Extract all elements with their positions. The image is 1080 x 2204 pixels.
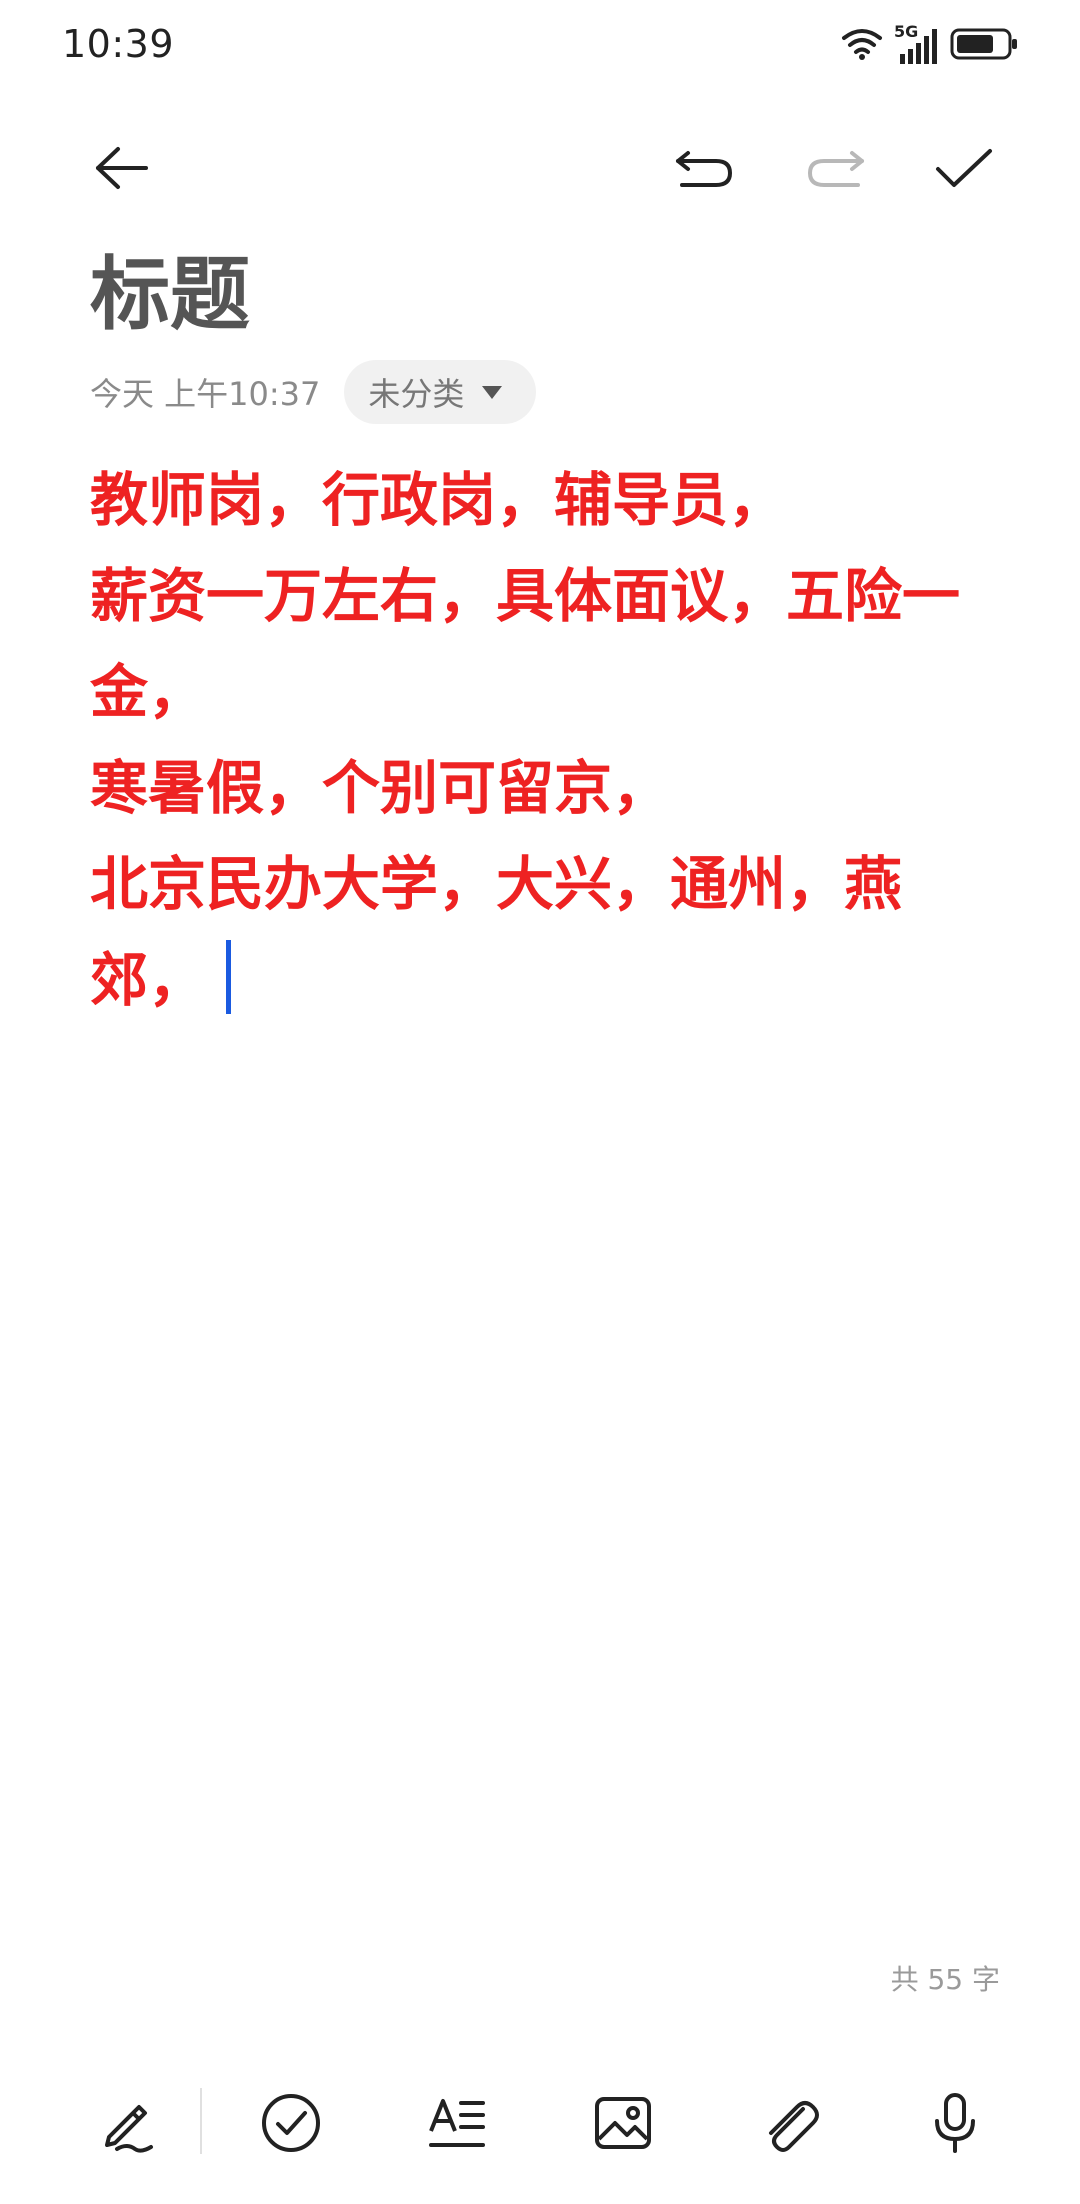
insert-image-button[interactable]	[568, 2070, 678, 2180]
voice-input-button[interactable]	[900, 2070, 1010, 2180]
battery-icon	[950, 27, 1020, 65]
editor-toolbar	[0, 120, 1080, 220]
status-icons: 5G	[840, 22, 1020, 66]
checklist-icon	[259, 2091, 323, 2159]
attachment-button[interactable]	[734, 2070, 844, 2180]
status-time: 10:39	[62, 22, 175, 66]
note-line: 教师岗，行政岗，辅导员，	[90, 466, 787, 534]
text-format-button[interactable]	[402, 2070, 512, 2180]
note-body-editor[interactable]: 教师岗，行政岗，辅导员， 薪资一万左右，具体面议，五险一金， 寒暑假，个别可留京…	[90, 452, 1010, 1028]
note-line-text: 北京民办大学，大兴，通州，燕郊，	[90, 850, 903, 1014]
undo-button[interactable]	[654, 120, 754, 220]
category-label: 未分类	[368, 375, 465, 413]
handwriting-button[interactable]	[72, 2070, 182, 2180]
back-button[interactable]	[72, 120, 172, 220]
note-line-text: 寒暑假，个别可留京，	[90, 754, 671, 822]
back-arrow-icon	[92, 143, 152, 197]
word-count: 共 55 字	[890, 1963, 1000, 1996]
redo-button[interactable]	[786, 120, 886, 220]
redo-icon	[804, 143, 868, 197]
note-line: 寒暑假，个别可留京，	[90, 740, 1010, 836]
save-button[interactable]	[914, 120, 1014, 220]
text-format-icon	[425, 2091, 489, 2159]
text-cursor	[226, 940, 232, 1014]
status-bar: 10:39 5G	[0, 0, 1080, 92]
attachment-icon	[757, 2091, 821, 2159]
note-date: 今天 上午10:37	[90, 375, 321, 413]
undo-icon	[672, 143, 736, 197]
bottom-toolbar	[0, 2070, 1080, 2180]
wifi-icon	[840, 26, 884, 66]
checkmark-icon	[934, 143, 994, 197]
note-title[interactable]: 标题	[90, 240, 250, 350]
signal-icon: 5G	[894, 22, 940, 66]
category-dropdown[interactable]: 未分类	[344, 360, 537, 424]
microphone-icon	[923, 2091, 987, 2159]
image-icon	[591, 2091, 655, 2159]
note-line: 薪资一万左右，具体面议，五险一金，	[90, 562, 961, 726]
toolbar-divider	[200, 2088, 202, 2154]
note-meta: 今天 上午10:37 未分类	[90, 360, 537, 424]
checklist-button[interactable]	[236, 2070, 346, 2180]
note-line-last: 北京民办大学，大兴，通州，燕郊，	[90, 836, 1010, 1028]
handwriting-icon	[95, 2091, 159, 2159]
chevron-down-icon	[482, 385, 503, 399]
